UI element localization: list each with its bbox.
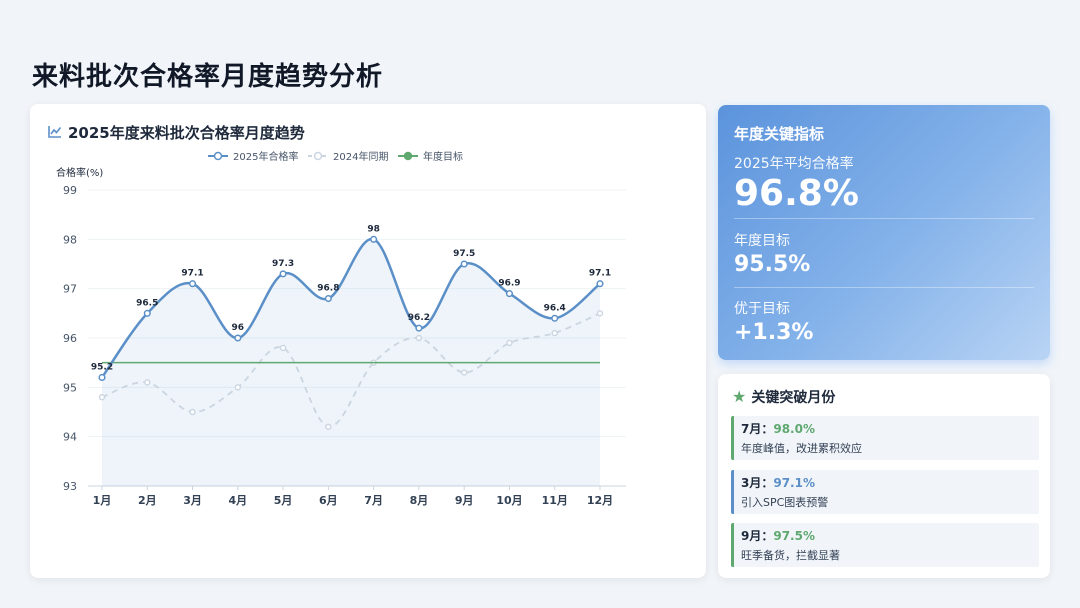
page-title: 来料批次合格率月度趋势分析 (32, 62, 384, 92)
x-tick-label: 6月 (319, 494, 338, 507)
y-axis-label: 合格率(%) (56, 166, 103, 179)
data-label: 95.2 (91, 362, 113, 372)
y-tick-label: 95 (63, 381, 77, 394)
data-label: 96.4 (544, 303, 566, 313)
x-tick-label: 10月 (496, 494, 522, 507)
kpi-average-label: 2025年平均合格率 (734, 156, 854, 172)
x-tick-label: 12月 (587, 494, 613, 507)
chart-header: 2025年度来料批次合格率月度趋势 (48, 122, 305, 143)
breakthrough-item: 3月：97.1% 引入SPC图表预警 (731, 470, 1039, 514)
breakthrough-item: 9月：97.5% 旺季备货，拦截显著 (731, 523, 1039, 567)
legend-label: 2025年合格率 (233, 150, 298, 163)
point-2024 (415, 334, 423, 342)
breakthrough-value: 98.0% (773, 422, 815, 436)
breakthrough-title: 关键突破月份 (751, 390, 836, 406)
data-label: 98 (367, 224, 380, 234)
point-2025 (460, 260, 468, 268)
breakthrough-item: 7月：98.0% 年度峰值，改进累积效应 (731, 416, 1039, 460)
data-label: 96 (232, 323, 245, 333)
breakthrough-desc: 引入SPC图表预警 (741, 496, 829, 509)
y-tick-label: 93 (63, 480, 77, 493)
point-2024 (189, 408, 196, 416)
point-2025 (324, 294, 332, 303)
point-2025 (279, 270, 287, 278)
kpi-over-value: +1.3% (734, 320, 814, 345)
kpi-average-value: 96.8% (734, 173, 859, 214)
x-tick-label: 8月 (410, 494, 429, 507)
point-2024 (325, 423, 332, 430)
x-tick-label: 7月 (364, 494, 383, 507)
trend-chart: 93 94 95 96 97 98 99 合格率(%) 1月 2月 3月 4月 5月 6月 7月 8月 9月 10… (56, 150, 626, 507)
data-label: 97.3 (272, 259, 294, 269)
breakthrough-value: 97.1% (773, 476, 815, 490)
legend-marker (313, 151, 323, 161)
breakthrough-header: ★ 关键突破月份 (732, 387, 835, 407)
x-tick-label: 9月 (455, 494, 474, 507)
legend-label: 2024年同期 (333, 150, 388, 163)
kpi-average: 2025年平均合格率 96.8% (734, 153, 1034, 215)
point-2025 (143, 309, 151, 317)
line-chart-icon (48, 123, 62, 142)
trend-chart-card: 93 94 95 96 97 98 99 合格率(%) 1月 2月 3月 4月 5月 6月 7月 8月 9月 10… (30, 104, 706, 578)
x-tick-label: 11月 (542, 494, 568, 507)
breakthrough-desc: 旺季备货，拦截显著 (741, 549, 840, 562)
breakthrough-value: 97.5% (773, 529, 815, 543)
point-2025 (98, 373, 106, 382)
kpi-divider (734, 218, 1034, 219)
x-tick-label: 4月 (228, 494, 247, 507)
y-tick-label: 99 (63, 184, 77, 197)
point-2025 (551, 314, 559, 322)
point-2024 (98, 394, 106, 401)
data-label: 97.1 (181, 269, 203, 279)
point-2025 (234, 334, 242, 342)
data-label: 96.9 (498, 279, 520, 289)
point-2025 (505, 290, 514, 298)
data-label: 96.5 (136, 298, 158, 308)
data-label: 96.8 (317, 284, 339, 294)
point-2025 (415, 324, 423, 332)
y-tick-label: 96 (63, 332, 77, 345)
breakthrough-desc: 年度峰值，改进累积效应 (741, 442, 862, 455)
x-tick-label: 2月 (138, 494, 157, 507)
legend-marker (403, 151, 413, 161)
breakthrough-month: 7月： (741, 422, 774, 436)
chart-title: 2025年度来料批次合格率月度趋势 (68, 124, 305, 142)
point-2024 (596, 310, 604, 317)
kpi-target-label: 年度目标 (734, 233, 790, 249)
kpi-over-label: 优于目标 (734, 301, 790, 317)
kpi-card: 年度关键指标 2025年平均合格率 96.8% 年度目标 95.5% 优于目标 … (718, 105, 1050, 360)
x-tick-label: 3月 (183, 494, 202, 507)
legend-marker (213, 151, 223, 161)
kpi-divider (734, 287, 1034, 288)
kpi-target-value: 95.5% (734, 252, 811, 277)
data-label: 96.2 (408, 313, 430, 323)
point-2024 (144, 379, 151, 386)
point-2024 (460, 369, 468, 376)
point-2025 (370, 235, 378, 243)
point-2024 (279, 344, 287, 352)
point-2025 (596, 280, 604, 288)
y-tick-label: 98 (63, 233, 77, 246)
point-2025 (188, 280, 197, 288)
kpi-heading: 年度关键指标 (734, 125, 825, 143)
kpi-target: 年度目标 95.5% (734, 230, 1034, 280)
breakthrough-month: 3月： (741, 476, 774, 490)
star-icon: ★ (732, 387, 747, 406)
point-2024 (506, 339, 513, 347)
point-2024 (234, 384, 242, 391)
data-label: 97.1 (589, 269, 611, 279)
legend-label: 年度目标 (423, 150, 463, 163)
point-2024 (551, 329, 558, 337)
data-label: 97.5 (453, 249, 475, 259)
breakthrough-month: 9月： (741, 529, 774, 543)
breakthrough-card: ★ 关键突破月份 7月：98.0% 年度峰值，改进累积效应 3月：97.1% 引… (718, 374, 1050, 578)
x-tick-label: 5月 (274, 494, 293, 507)
kpi-over: 优于目标 +1.3% (734, 298, 1034, 348)
y-tick-label: 94 (63, 431, 77, 444)
y-tick-label: 97 (63, 283, 77, 296)
x-tick-label: 1月 (93, 494, 112, 507)
